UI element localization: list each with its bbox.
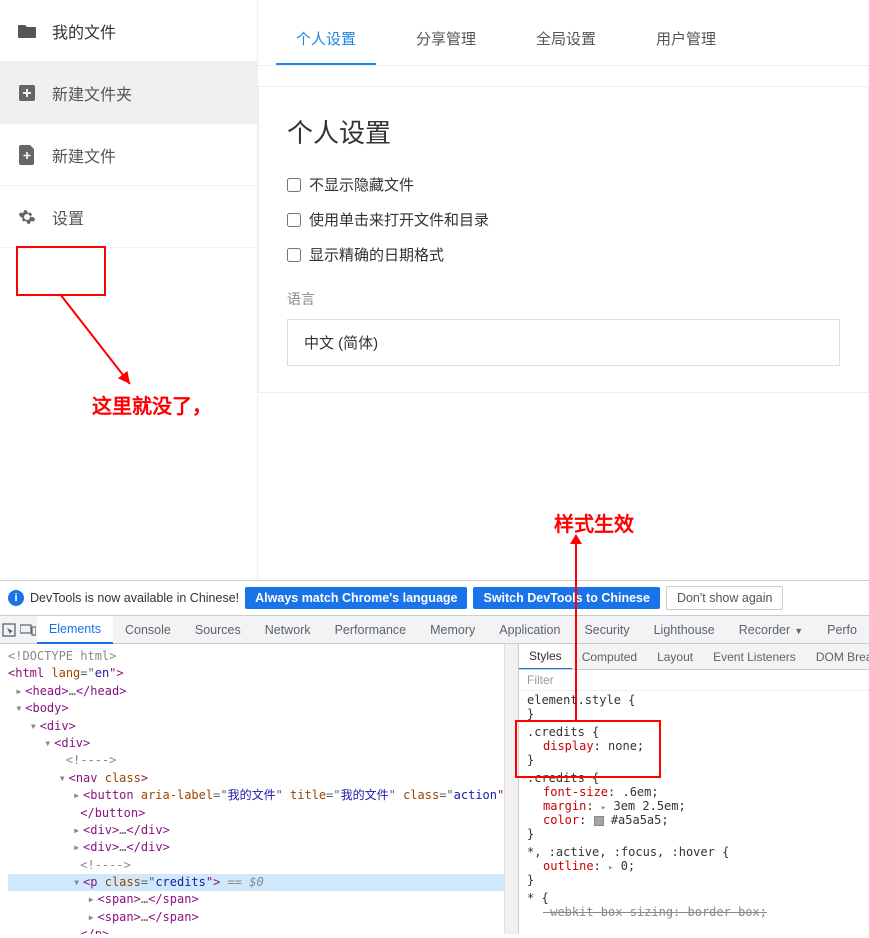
checkbox[interactable] [287,248,301,262]
annotation-text-1: 这里就没了， [92,390,212,419]
dt-tab-console[interactable]: Console [113,617,183,643]
plus-box-icon [16,82,38,104]
banner-btn-dismiss[interactable]: Don't show again [666,586,784,610]
annotation-arrow-1 [40,294,160,404]
sidebar-item-new-folder[interactable]: 新建文件夹 [0,62,257,124]
settings-panel: 个人设置 不显示隐藏文件 使用单击来打开文件和目录 显示精确的日期格式 语言 中… [258,86,869,393]
content-area: 个人设置 分享管理 全局设置 用户管理 个人设置 不显示隐藏文件 使用单击来打开… [258,0,869,580]
checkbox[interactable] [287,178,301,192]
sidebar-label: 新建文件 [52,143,116,167]
annotation-box-2 [515,720,661,778]
tab-users[interactable]: 用户管理 [636,14,736,65]
st-tab-dombp[interactable]: DOM Breakp [806,645,869,669]
color-swatch-icon [594,816,604,826]
st-tab-styles[interactable]: Styles [519,644,572,670]
devtools-banner: i DevTools is now available in Chinese! … [0,580,869,616]
language-value: 中文 (简体) [304,335,378,352]
dt-tab-perfo[interactable]: Perfo [815,617,869,643]
dt-tab-elements[interactable]: Elements [37,616,113,644]
check-label: 不显示隐藏文件 [309,174,414,195]
panel-title: 个人设置 [287,113,840,150]
sidebar-item-settings[interactable]: 设置 [0,186,257,248]
devtools-body: <!DOCTYPE html> <html lang="en"> ▸<head>… [0,644,869,934]
dt-tab-performance[interactable]: Performance [323,617,419,643]
tab-bar: 个人设置 分享管理 全局设置 用户管理 [258,14,869,66]
dom-tree[interactable]: <!DOCTYPE html> <html lang="en"> ▸<head>… [0,644,519,934]
device-icon[interactable] [18,624,36,636]
check-hide-hidden[interactable]: 不显示隐藏文件 [287,174,840,195]
annotation-box-1 [16,246,106,296]
info-icon: i [8,590,24,606]
check-click-open[interactable]: 使用单击来打开文件和目录 [287,209,840,230]
dt-tab-lighthouse[interactable]: Lighthouse [642,617,727,643]
sidebar-item-new-file[interactable]: 新建文件 [0,124,257,186]
tab-share[interactable]: 分享管理 [396,14,496,65]
inspect-icon[interactable] [0,623,18,637]
sidebar-label: 我的文件 [52,19,116,43]
devtools-tabbar: Elements Console Sources Network Perform… [0,616,869,644]
banner-text: DevTools is now available in Chinese! [30,591,239,605]
dt-tab-recorder[interactable]: Recorder▼ [727,617,815,643]
language-select[interactable]: 中文 (简体) [287,319,840,366]
app-container: 我的文件 新建文件夹 新建文件 设置 个人设置 分享管理 全局设置 用户管理 [0,0,869,580]
folder-icon [16,20,38,42]
chevron-down-icon: ▼ [794,626,803,636]
sidebar-label: 设置 [52,205,84,229]
checkbox[interactable] [287,213,301,227]
sidebar-item-my-files[interactable]: 我的文件 [0,0,257,62]
dt-tab-network[interactable]: Network [253,617,323,643]
dom-selected-line[interactable]: ▾<p class="credits"> == $0 [8,874,518,891]
scrollbar-vertical[interactable] [504,644,518,934]
dt-tab-memory[interactable]: Memory [418,617,487,643]
st-tab-layout[interactable]: Layout [647,645,703,669]
plus-file-icon [16,144,38,166]
dt-tab-sources[interactable]: Sources [183,617,253,643]
check-label: 使用单击来打开文件和目录 [309,209,489,230]
tab-global[interactable]: 全局设置 [516,14,616,65]
sidebar-label: 新建文件夹 [52,81,132,105]
check-label: 显示精确的日期格式 [309,244,444,265]
check-exact-date[interactable]: 显示精确的日期格式 [287,244,840,265]
tab-personal[interactable]: 个人设置 [276,14,376,65]
st-tab-events[interactable]: Event Listeners [703,645,806,669]
banner-btn-match[interactable]: Always match Chrome's language [245,587,467,609]
language-label: 语言 [287,289,840,309]
dt-tab-application[interactable]: Application [487,617,572,643]
gear-icon [16,206,38,228]
